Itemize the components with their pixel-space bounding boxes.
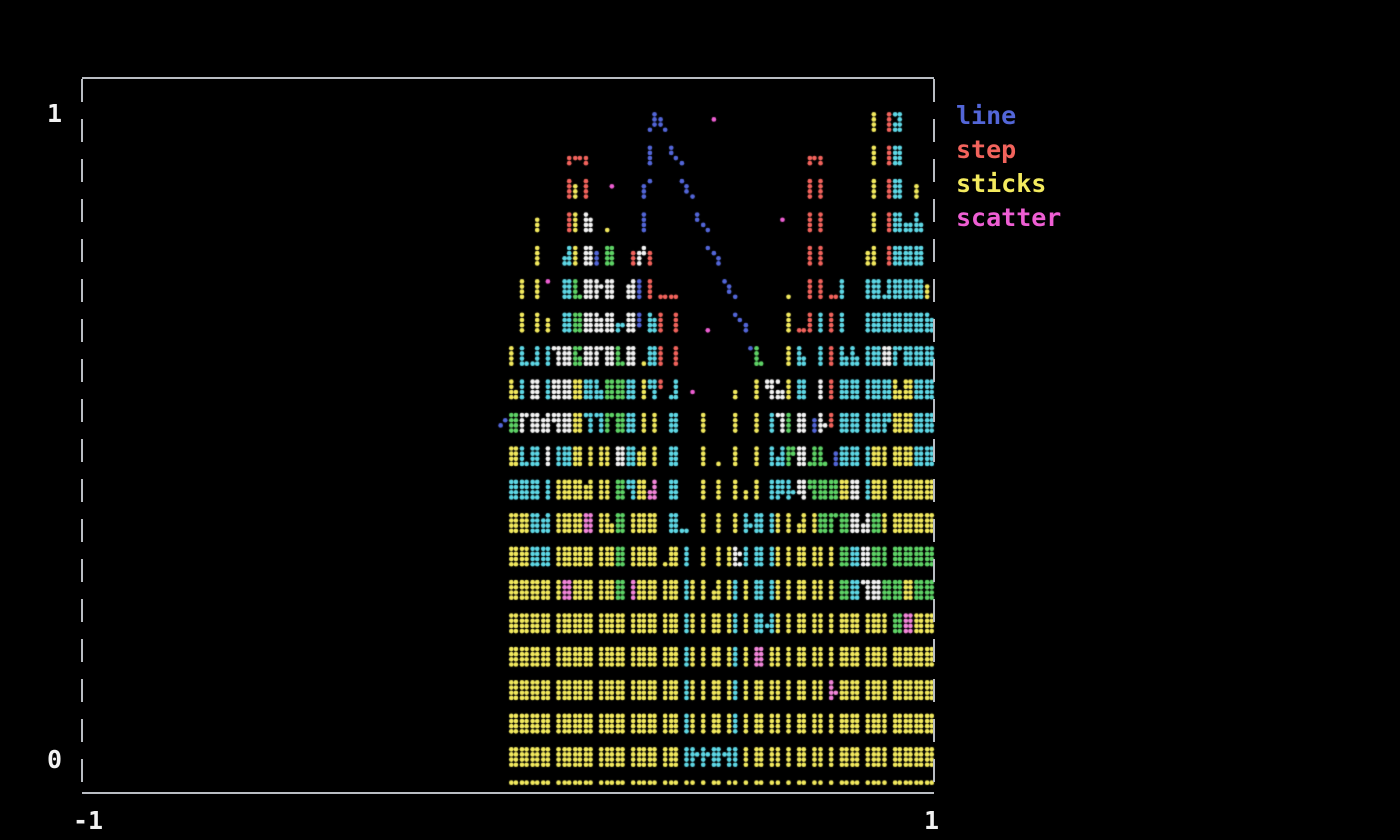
legend-item-step: step bbox=[956, 133, 1061, 167]
plot-canvas bbox=[0, 0, 1400, 840]
legend-item-line: line bbox=[956, 99, 1061, 133]
legend-item-scatter: scatter bbox=[956, 201, 1061, 235]
plot-border-bottom bbox=[82, 792, 934, 794]
legend-item-sticks: sticks bbox=[956, 167, 1061, 201]
plot-border-left bbox=[81, 79, 83, 792]
x-axis-label-min: -1 bbox=[73, 806, 103, 836]
y-axis-label-max: 1 bbox=[30, 99, 62, 129]
plot-border-right bbox=[933, 79, 935, 792]
terminal-plot-screen: 1 0 -1 1 line step sticks scatter bbox=[0, 0, 1400, 840]
x-axis-label-max: 1 bbox=[924, 806, 939, 836]
plot-border-top bbox=[82, 77, 934, 79]
legend: line step sticks scatter bbox=[956, 99, 1061, 235]
y-axis-label-min: 0 bbox=[30, 745, 62, 775]
